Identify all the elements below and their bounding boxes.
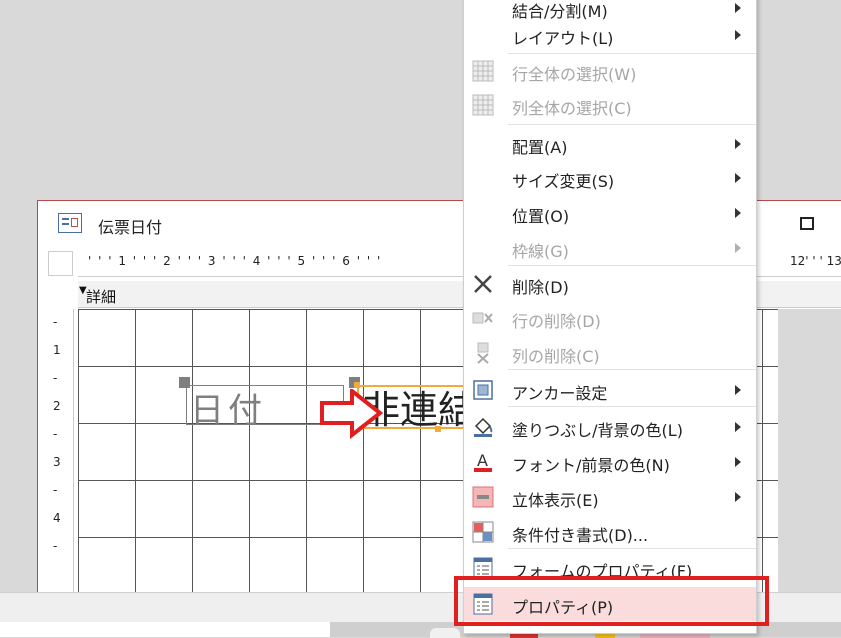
detail-section-label: 詳細 bbox=[86, 288, 117, 306]
menu-item-label: アンカー設定 bbox=[512, 384, 608, 403]
vertical-ruler-mark: 3 bbox=[53, 455, 61, 469]
font-color-icon: A bbox=[474, 451, 492, 472]
delete-row-icon bbox=[472, 312, 493, 324]
select-row-icon bbox=[472, 60, 494, 82]
form-icon bbox=[58, 213, 82, 233]
submenu-arrow-icon bbox=[735, 173, 741, 183]
resize-handle[interactable] bbox=[354, 382, 360, 388]
menu-item-anchor[interactable]: アンカー設定 bbox=[464, 373, 756, 407]
menu-item-conditional-format[interactable]: 条件付き書式(D)... bbox=[464, 515, 756, 549]
paint-bucket-icon bbox=[474, 417, 493, 437]
red-highlight-annotation bbox=[454, 576, 769, 626]
delete-column-icon bbox=[477, 342, 489, 364]
select-column-icon bbox=[472, 94, 494, 116]
submenu-arrow-icon bbox=[735, 457, 741, 467]
vertical-ruler-mark: - bbox=[53, 483, 58, 497]
delete-x-icon bbox=[474, 275, 492, 293]
menu-item-align[interactable]: 配置(A) bbox=[464, 127, 756, 161]
menu-separator bbox=[508, 548, 756, 549]
menu-separator bbox=[508, 265, 756, 266]
menu-item-select-row[interactable]: 行全体の選択(W) bbox=[464, 54, 756, 88]
menu-item-label: 行の削除(D) bbox=[512, 312, 601, 331]
menu-separator bbox=[508, 406, 756, 407]
special-effect-icon bbox=[472, 486, 494, 508]
menu-item-label: 列全体の選択(C) bbox=[512, 99, 632, 118]
menu-item-delete[interactable]: 削除(D) bbox=[464, 267, 756, 301]
taskbar-left-area bbox=[0, 622, 330, 637]
menu-item-label: レイアウト(L) bbox=[512, 29, 614, 48]
vertical-ruler-mark: 2 bbox=[53, 399, 61, 413]
submenu-arrow-icon bbox=[735, 139, 741, 149]
vertical-ruler[interactable]: - 1 - 2 - 3 - 4 - bbox=[48, 309, 74, 593]
menu-item-special-effect[interactable]: 立体表示(E) bbox=[464, 480, 756, 514]
form-title: 伝票日付 bbox=[98, 218, 163, 237]
submenu-arrow-icon bbox=[735, 492, 741, 502]
menu-item-label: 条件付き書式(D)... bbox=[512, 526, 649, 545]
anchor-icon bbox=[473, 380, 493, 400]
conditional-format-icon bbox=[472, 521, 494, 543]
submenu-arrow-icon bbox=[735, 385, 741, 395]
context-menu: 結合/分割(M) レイアウト(L) 行全体の選択(W) 列全体の選択(C) 配置… bbox=[463, 0, 757, 634]
submenu-arrow-icon bbox=[735, 243, 741, 253]
label-control[interactable]: 日付 bbox=[190, 383, 266, 432]
menu-item-delete-row[interactable]: 行の削除(D) bbox=[464, 301, 756, 335]
menu-item-label: 行全体の選択(W) bbox=[512, 65, 637, 84]
menu-item-label: サイズ変更(S) bbox=[512, 172, 615, 191]
grid-outside-area bbox=[778, 309, 841, 593]
vertical-ruler-mark: 4 bbox=[53, 511, 61, 525]
label-move-handle[interactable] bbox=[179, 377, 190, 388]
menu-item-fill-back-color[interactable]: 塗りつぶし/背景の色(L) bbox=[464, 410, 756, 444]
menu-item-label: フォント/前景の色(N) bbox=[512, 456, 670, 475]
vertical-ruler-mark: - bbox=[53, 315, 58, 329]
horizontal-ruler-ticks: ' ' ' 1 ' ' ' 2 ' ' ' 3 ' ' ' 4 ' ' ' 5 … bbox=[88, 254, 382, 268]
menu-item-font-fore-color[interactable]: A フォント/前景の色(N) bbox=[464, 445, 756, 479]
submenu-arrow-icon bbox=[735, 30, 741, 40]
menu-item-layout[interactable]: レイアウト(L) bbox=[464, 18, 756, 52]
menu-item-label: 枠線(G) bbox=[512, 242, 569, 261]
vertical-ruler-mark: - bbox=[53, 427, 58, 441]
vertical-ruler-mark: - bbox=[53, 371, 58, 385]
menu-item-label: 立体表示(E) bbox=[512, 491, 599, 510]
vertical-ruler-mark: 1 bbox=[53, 343, 61, 357]
horizontal-ruler-ticks-right: 12' ' ' 13' bbox=[790, 254, 841, 268]
menu-item-label: 配置(A) bbox=[512, 138, 568, 157]
menu-item-position[interactable]: 位置(O) bbox=[464, 196, 756, 230]
menu-item-label: 塗りつぶし/背景の色(L) bbox=[512, 421, 683, 440]
menu-item-gridlines[interactable]: 枠線(G) bbox=[464, 231, 756, 265]
menu-item-size[interactable]: サイズ変更(S) bbox=[464, 161, 756, 195]
vertical-ruler-mark: - bbox=[53, 539, 58, 553]
maximize-button[interactable] bbox=[800, 217, 814, 230]
menu-separator bbox=[508, 369, 756, 370]
menu-item-label: 削除(D) bbox=[512, 278, 569, 297]
svg-text:A: A bbox=[477, 451, 488, 470]
menu-item-delete-column[interactable]: 列の削除(C) bbox=[464, 336, 756, 370]
menu-item-label: 位置(O) bbox=[512, 207, 570, 226]
ruler-corner[interactable] bbox=[48, 251, 73, 276]
submenu-arrow-icon bbox=[735, 3, 741, 13]
resize-handle[interactable] bbox=[435, 426, 441, 432]
submenu-arrow-icon bbox=[735, 422, 741, 432]
submenu-arrow-icon bbox=[735, 208, 741, 218]
menu-separator bbox=[508, 124, 756, 125]
red-arrow-annotation bbox=[320, 389, 384, 439]
menu-item-label: 列の削除(C) bbox=[512, 347, 600, 366]
menu-item-select-column[interactable]: 列全体の選択(C) bbox=[464, 88, 756, 122]
